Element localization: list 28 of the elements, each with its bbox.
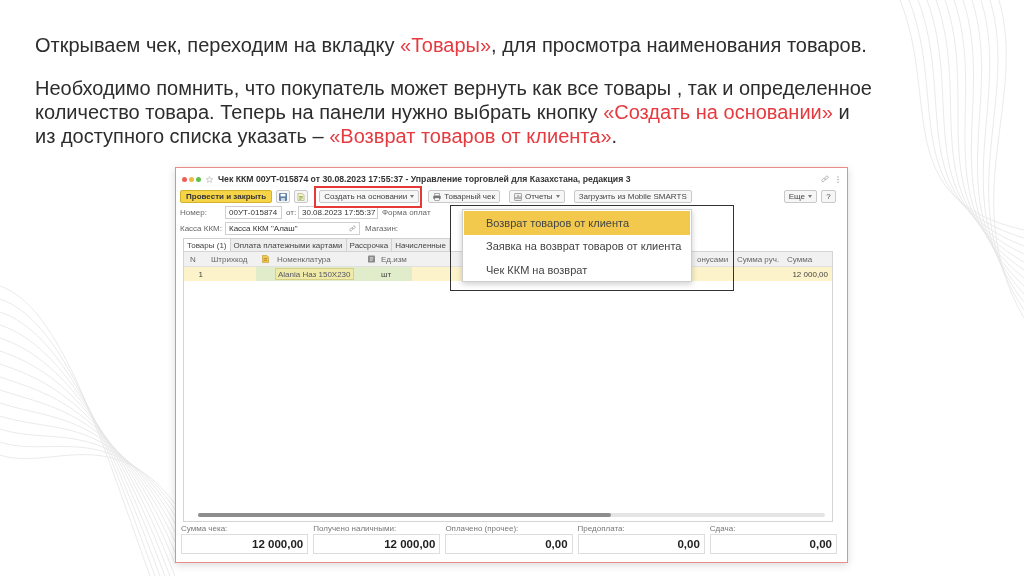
instruction-text: Открываем чек, переходим на вкладку «Товары», для просмотра наименования товаров.	[35, 33, 867, 57]
total-field: 12 000,00	[313, 534, 441, 554]
field-label: Форма оплат	[382, 208, 431, 217]
field-label: Номер:	[180, 208, 208, 217]
column-header: Сумма	[786, 254, 814, 264]
column-header: Сумма руч.	[736, 254, 781, 264]
table-cell-text: шт	[380, 269, 393, 279]
window-title: Чек ККМ 00УТ-015874 от 30.08.2023 17:55:37 - Управление торговлей для Казахстана, редакция 3	[218, 174, 631, 184]
field-label: от:	[286, 208, 298, 217]
note-paragraph: Необходимо помнить, что покупатель может вернуть как все товары , так и определенное количество товара. Теперь на панели нужно выбрать кнопку «Создать на основании» и из доступного списка указать – «Возврат товаров от клиента».	[35, 76, 872, 148]
column-header: Номенклатура	[276, 254, 332, 264]
table-cell-text: 1	[197, 269, 204, 279]
total-field: 0,00	[577, 534, 705, 554]
total-field: 0,00	[709, 534, 837, 554]
field-label: Касса ККМ:	[180, 224, 223, 233]
column-header: Ед.изм	[380, 254, 408, 264]
total-label: Сумма чека:	[181, 524, 228, 534]
field-label: Магазин:	[365, 224, 399, 233]
total-field: 12 000,00	[181, 534, 309, 554]
column-header: Штрихкод	[210, 254, 249, 264]
total-label: Оплачено (прочее):	[445, 524, 519, 534]
total-field: 0,00	[445, 534, 573, 554]
column-header: N	[189, 254, 197, 264]
total-label: Предоплата:	[577, 524, 625, 534]
column-header: онусами	[696, 254, 730, 264]
total-label: Сдача:	[709, 524, 736, 534]
total-label: Получено наличными:	[313, 524, 397, 534]
table-cell-text: 12 000,00	[791, 269, 829, 279]
